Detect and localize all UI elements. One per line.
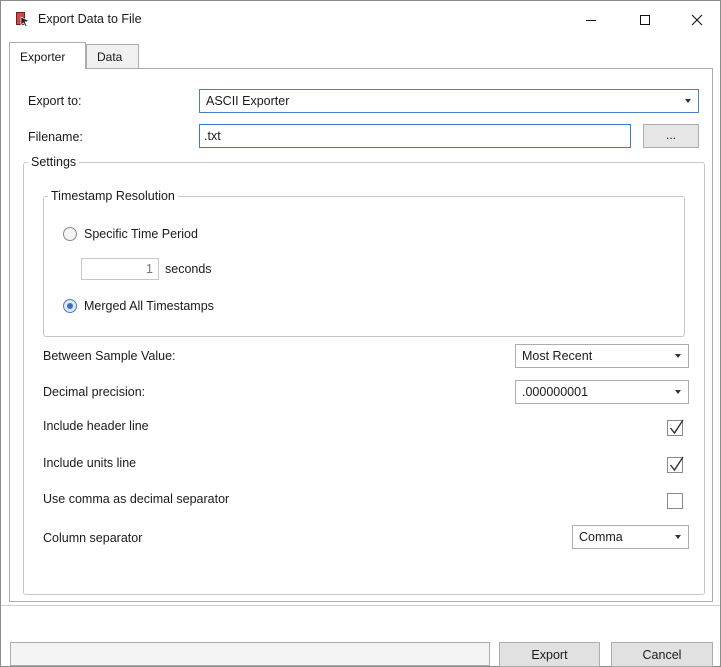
export-button[interactable]: Export: [499, 642, 600, 667]
status-bar: [10, 642, 490, 666]
column-separator-label: Column separator: [43, 531, 143, 545]
maximize-button[interactable]: [622, 1, 668, 39]
close-button[interactable]: [674, 1, 720, 39]
specific-time-period-radio[interactable]: [63, 227, 77, 241]
tab-exporter[interactable]: Exporter: [9, 42, 86, 69]
include-units-line-label: Include units line: [43, 456, 137, 470]
chevron-down-icon: [685, 99, 691, 103]
column-separator-select[interactable]: Comma: [572, 525, 689, 549]
browse-button[interactable]: ...: [643, 124, 699, 148]
decimal-precision-label: Decimal precision:: [43, 385, 146, 399]
column-separator-value: Comma: [579, 530, 623, 544]
between-sample-value-value: Most Recent: [522, 349, 593, 363]
export-data-app-icon: [15, 11, 31, 27]
minimize-button[interactable]: [568, 1, 614, 39]
window-title: Export Data to File: [38, 12, 142, 26]
chevron-down-icon: [675, 390, 681, 394]
cancel-button[interactable]: Cancel: [611, 642, 713, 667]
title-bar: Export Data to File: [1, 1, 720, 39]
between-sample-value-select[interactable]: Most Recent: [515, 344, 689, 368]
include-units-line-checkbox[interactable]: [667, 456, 684, 473]
seconds-input[interactable]: 1: [81, 258, 159, 280]
export-dialog-window: Export Data to File Exporter Data Export…: [0, 0, 721, 667]
footer-divider: [1, 605, 720, 606]
decimal-precision-select[interactable]: .000000001: [515, 380, 689, 404]
filename-value: .txt: [204, 129, 221, 143]
export-to-select[interactable]: ASCII Exporter: [199, 89, 699, 113]
timestamp-resolution-legend: Timestamp Resolution: [51, 189, 175, 203]
settings-legend: Settings: [31, 155, 77, 169]
checkmark-icon: [669, 419, 684, 435]
maximize-icon: [640, 15, 650, 25]
specific-time-period-label: Specific Time Period: [84, 227, 198, 241]
filename-label: Filename:: [28, 130, 83, 144]
decimal-precision-value: .000000001: [522, 385, 589, 399]
include-header-line-checkbox[interactable]: [667, 419, 684, 436]
filename-input[interactable]: .txt: [199, 124, 631, 148]
tab-data[interactable]: Data: [86, 44, 139, 69]
comma-decimal-separator-label: Use comma as decimal separator: [43, 492, 230, 506]
seconds-label: seconds: [165, 262, 212, 276]
checkmark-icon: [669, 456, 684, 472]
between-sample-value-label: Between Sample Value:: [43, 349, 176, 363]
chevron-down-icon: [675, 535, 681, 539]
include-header-line-label: Include header line: [43, 419, 149, 433]
minimize-icon: [586, 20, 596, 21]
chevron-down-icon: [675, 354, 681, 358]
comma-decimal-separator-checkbox[interactable]: [667, 493, 683, 509]
export-to-value: ASCII Exporter: [206, 94, 290, 108]
export-to-label: Export to:: [28, 94, 82, 108]
merged-all-timestamps-label: Merged All Timestamps: [84, 299, 214, 313]
merged-all-timestamps-radio[interactable]: [63, 299, 77, 313]
close-icon: [691, 14, 703, 26]
